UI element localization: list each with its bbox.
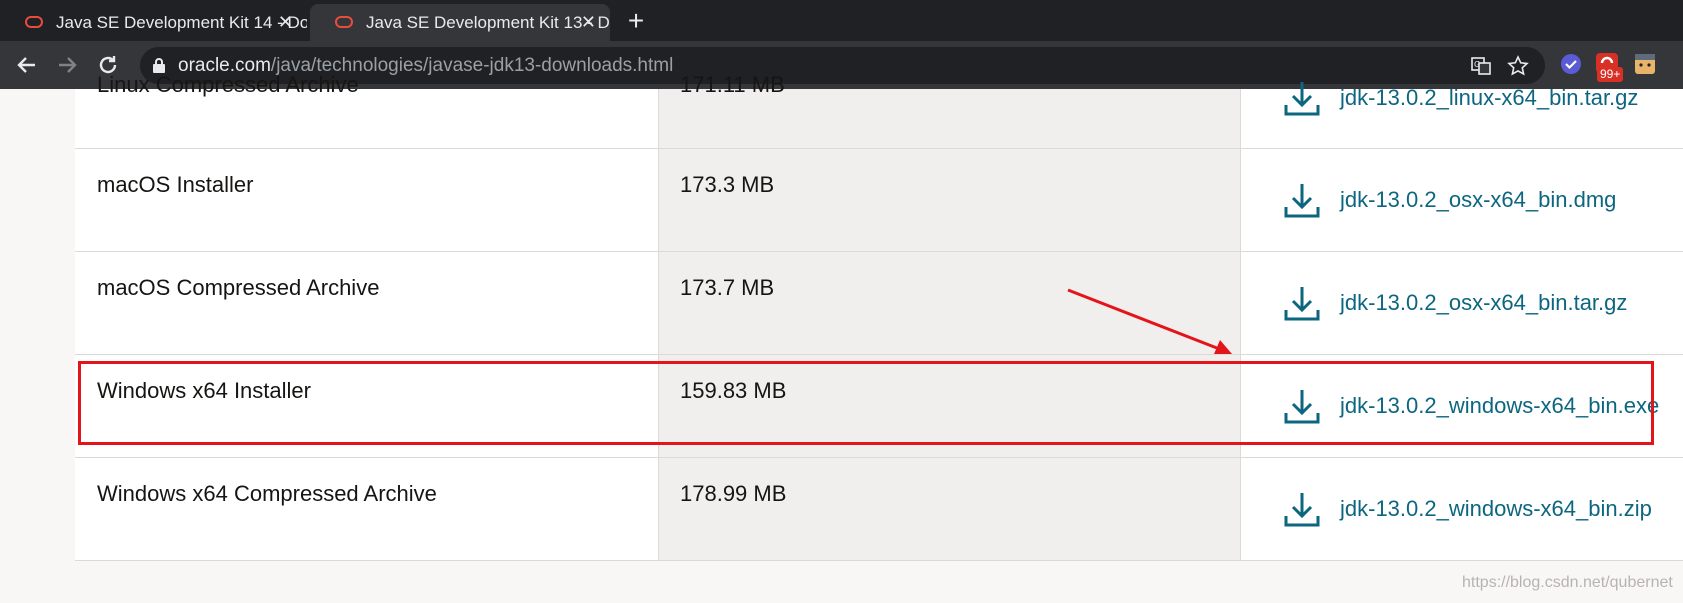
close-tab-icon[interactable]: ✕ — [581, 4, 596, 41]
product-name: Linux Compressed Archive — [97, 72, 359, 97]
watermark-text: https://blog.csdn.net/qubernet — [1462, 574, 1673, 591]
download-link[interactable]: jdk-13.0.2_windows-x64_bin.zip — [1282, 489, 1652, 529]
download-icon — [1284, 287, 1320, 321]
tab-title: Java SE Development Kit 13 - Do — [366, 13, 610, 32]
download-link[interactable]: jdk-13.0.2_linux-x64_bin.tar.gz — [1282, 78, 1638, 118]
download-icon — [1284, 493, 1320, 527]
back-button[interactable] — [13, 51, 41, 79]
tab-jdk14[interactable]: Java SE Development Kit 14 - Do ✕ — [0, 4, 307, 41]
translate-icon[interactable]: G — [1470, 55, 1492, 77]
product-name: Windows x64 Compressed Archive — [97, 481, 437, 506]
download-file-name: jdk-13.0.2_linux-x64_bin.tar.gz — [1340, 85, 1639, 110]
forward-button[interactable] — [53, 51, 81, 79]
download-file-name: jdk-13.0.2_osx-x64_bin.dmg — [1340, 187, 1617, 212]
download-icon — [1284, 82, 1320, 116]
row-divider — [75, 251, 1683, 252]
bookmark-star-icon[interactable] — [1507, 55, 1529, 77]
download-icon — [1284, 184, 1320, 218]
download-link[interactable]: jdk-13.0.2_osx-x64_bin.dmg — [1282, 180, 1616, 220]
row-divider — [75, 148, 1683, 149]
tab-strip: Java SE Development Kit 14 - Do ✕ Java S… — [0, 0, 1683, 41]
lock-icon — [153, 58, 165, 73]
file-size: 173.3 MB — [680, 172, 775, 197]
download-file-name: jdk-13.0.2_windows-x64_bin.zip — [1340, 496, 1652, 521]
svg-text:G: G — [1474, 60, 1480, 69]
annotation-arrow-icon — [1067, 288, 1232, 354]
product-name: macOS Compressed Archive — [97, 275, 380, 300]
back-arrow-icon — [17, 57, 35, 73]
row-divider — [75, 560, 1683, 561]
row-divider — [75, 457, 1683, 458]
close-tab-icon[interactable]: ✕ — [278, 4, 293, 41]
file-size: 178.99 MB — [680, 481, 787, 506]
tab-jdk13[interactable]: Java SE Development Kit 13 - Do ✕ — [310, 4, 610, 41]
file-size: 173.7 MB — [680, 275, 775, 300]
file-size: 171.11 MB — [680, 72, 785, 97]
highlight-box — [78, 361, 1654, 445]
download-file-name: jdk-13.0.2_osx-x64_bin.tar.gz — [1340, 290, 1628, 315]
download-link[interactable]: jdk-13.0.2_osx-x64_bin.tar.gz — [1282, 283, 1627, 323]
extension-check-icon[interactable] — [1558, 51, 1584, 77]
oracle-favicon-icon — [335, 16, 353, 28]
column-divider — [658, 89, 659, 560]
column-divider — [1240, 89, 1241, 560]
row-divider — [75, 354, 1683, 355]
product-name: macOS Installer — [97, 172, 254, 197]
oracle-favicon-icon — [25, 16, 43, 28]
new-tab-button[interactable]: + — [622, 7, 650, 36]
tab-title: Java SE Development Kit 14 - Do — [56, 13, 307, 32]
forward-arrow-icon — [59, 57, 77, 73]
extension-face-icon[interactable] — [1632, 51, 1658, 77]
